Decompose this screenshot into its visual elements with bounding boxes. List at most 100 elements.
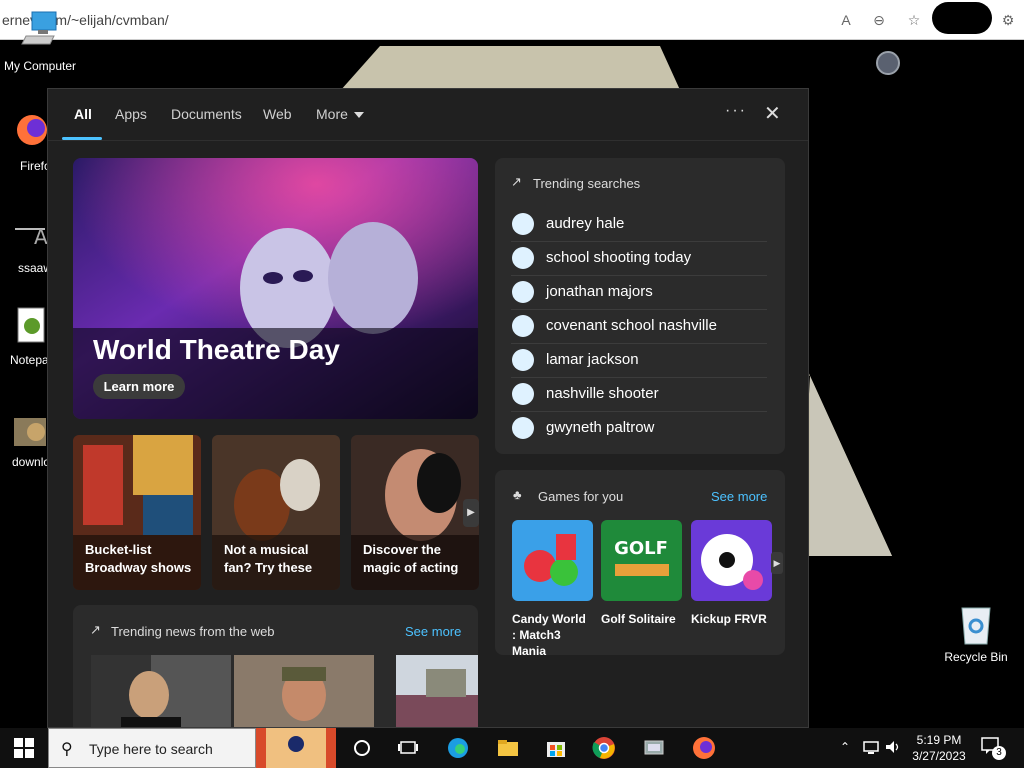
store-icon[interactable] bbox=[544, 736, 568, 760]
firefox-icon[interactable] bbox=[692, 736, 716, 760]
game-tile[interactable]: Candy World : Match3 Mania bbox=[512, 520, 593, 655]
card-caption: Bucket-list Broadway shows bbox=[85, 542, 192, 575]
network-icon[interactable] bbox=[862, 738, 880, 756]
search-icon bbox=[512, 383, 534, 405]
trending-news-header: Trending news from the web bbox=[111, 624, 275, 639]
browser-address-bar: ernev...om/~elijah/cvmban/ A ⊖ ☆ ⚙ bbox=[0, 0, 1024, 40]
trending-search-text: jonathan majors bbox=[546, 283, 653, 300]
notepad-icon bbox=[17, 307, 45, 343]
desktop-icon-label: downlo bbox=[12, 455, 51, 469]
edge-icon[interactable] bbox=[446, 736, 470, 760]
image-file-icon bbox=[14, 418, 46, 446]
tab-web[interactable]: Web bbox=[263, 106, 292, 122]
news-thumbnail[interactable] bbox=[91, 655, 231, 728]
notification-count-badge: 3 bbox=[992, 746, 1006, 760]
desktop-icon-label: Notepa bbox=[10, 353, 49, 367]
card-caption: Discover the magic of acting bbox=[363, 542, 459, 575]
games-header: Games for you bbox=[538, 489, 624, 504]
news-see-more-link[interactable]: See more bbox=[405, 624, 461, 639]
card-caption: Not a musical fan? Try these bbox=[224, 542, 313, 575]
taskbar-search-box[interactable]: ⚲ Type here to search bbox=[48, 728, 256, 768]
card-magic-of-acting[interactable]: Discover the magic of acting bbox=[351, 435, 479, 590]
trending-search-text: audrey hale bbox=[546, 215, 625, 232]
learn-more-button[interactable]: Learn more bbox=[93, 374, 185, 399]
trending-search-text: covenant school nashville bbox=[546, 317, 717, 334]
trending-news-section: ↗ Trending news from the web See more bbox=[73, 605, 478, 728]
desktop-icon-notepad[interactable]: Notepa bbox=[10, 306, 50, 367]
desktop-icon-label: Firefo bbox=[20, 159, 51, 173]
search-placeholder: Type here to search bbox=[89, 741, 213, 757]
game-art: GOLF bbox=[601, 520, 682, 601]
task-view-icon[interactable] bbox=[396, 736, 420, 760]
trending-search-item[interactable]: nashville shooter bbox=[511, 378, 767, 412]
search-icon bbox=[512, 247, 534, 269]
computer-icon bbox=[21, 11, 57, 45]
volume-icon[interactable] bbox=[884, 738, 902, 756]
trending-search-item[interactable]: jonathan majors bbox=[511, 276, 767, 310]
trending-search-text: gwyneth paltrow bbox=[546, 419, 655, 436]
zoom-out-icon[interactable]: ⊖ bbox=[869, 10, 889, 30]
desktop-icon-recycle-bin[interactable]: Recycle Bin bbox=[940, 602, 1012, 664]
trending-searches-header: Trending searches bbox=[533, 176, 641, 191]
game-name: Kickup FRVR bbox=[691, 612, 767, 626]
game-controller-icon: ♣ bbox=[513, 487, 522, 502]
trending-icon: ↗ bbox=[90, 622, 101, 637]
card-not-a-musical[interactable]: Not a musical fan? Try these bbox=[212, 435, 340, 590]
chrome-icon[interactable] bbox=[592, 736, 616, 760]
desktop-icon-my-computer[interactable]: My Computer bbox=[0, 10, 80, 73]
system-clock[interactable]: 5:19 PM 3/27/2023 bbox=[908, 732, 970, 764]
cortana-icon[interactable] bbox=[350, 736, 374, 760]
chevron-right-icon[interactable]: ▶ bbox=[463, 499, 479, 527]
search-highlight-image[interactable] bbox=[256, 728, 336, 768]
windows-start-icon[interactable] bbox=[14, 738, 34, 758]
svg-text:A: A bbox=[34, 225, 48, 246]
search-icon bbox=[512, 417, 534, 439]
notification-center-button[interactable]: 3 bbox=[980, 736, 1008, 760]
search-icon: ⚲ bbox=[61, 741, 73, 758]
trending-search-item[interactable]: audrey hale bbox=[511, 208, 767, 242]
hero-card[interactable]: World Theatre Day Learn more bbox=[73, 158, 478, 419]
search-icon bbox=[512, 315, 534, 337]
active-tab-indicator bbox=[62, 137, 102, 140]
close-icon[interactable]: ✕ bbox=[764, 101, 781, 126]
chevron-down-icon bbox=[354, 112, 364, 118]
trending-search-item[interactable]: covenant school nashville bbox=[511, 310, 767, 344]
desktop-icon-label: ssaaw bbox=[18, 261, 53, 275]
game-tile[interactable]: Kickup FRVR bbox=[691, 520, 772, 627]
read-aloud-icon[interactable]: A bbox=[836, 10, 856, 30]
trending-search-item[interactable]: gwyneth paltrow bbox=[511, 412, 767, 446]
tab-more[interactable]: More bbox=[316, 106, 348, 122]
desktop-icon-download[interactable]: downlo bbox=[10, 416, 50, 469]
recycle-bin-icon bbox=[961, 607, 991, 645]
desktop-icon-ssaaw[interactable]: A ssaaw bbox=[10, 222, 53, 275]
desktop-icon-label: My Computer bbox=[3, 59, 77, 73]
game-tile[interactable]: GOLF Golf Solitaire bbox=[601, 520, 682, 627]
games-see-more-link[interactable]: See more bbox=[711, 489, 767, 504]
file-explorer-icon[interactable] bbox=[496, 736, 520, 760]
tab-documents[interactable]: Documents bbox=[171, 106, 242, 122]
game-art bbox=[512, 520, 593, 601]
trending-search-text: school shooting today bbox=[546, 249, 692, 266]
news-thumbnail[interactable] bbox=[376, 655, 478, 728]
svg-text:GOLF: GOLF bbox=[614, 538, 668, 559]
trending-searches-section: ↗ Trending searches audrey hale school s… bbox=[495, 158, 785, 454]
chevron-right-icon[interactable]: ▶ bbox=[771, 552, 783, 574]
favorite-icon[interactable]: ☆ bbox=[904, 10, 924, 30]
more-options-icon[interactable]: ··· bbox=[725, 102, 747, 120]
network-app-icon[interactable] bbox=[642, 736, 666, 760]
trending-search-item[interactable]: lamar jackson bbox=[511, 344, 767, 378]
redacted-profile bbox=[932, 2, 992, 34]
hero-title: World Theatre Day bbox=[93, 334, 340, 365]
trending-search-text: lamar jackson bbox=[546, 351, 639, 368]
extensions-icon[interactable]: ⚙ bbox=[998, 10, 1018, 30]
desktop-icon-firefox[interactable]: Firefo bbox=[10, 112, 51, 173]
tab-apps[interactable]: Apps bbox=[115, 106, 147, 122]
clock-date: 3/27/2023 bbox=[912, 749, 966, 763]
chevron-up-icon[interactable]: ⌃ bbox=[840, 740, 850, 754]
search-icon bbox=[512, 349, 534, 371]
desktop-widget-icon[interactable] bbox=[876, 51, 900, 75]
trending-search-item[interactable]: school shooting today bbox=[511, 242, 767, 276]
card-broadway[interactable]: Bucket-list Broadway shows bbox=[73, 435, 201, 590]
tab-all[interactable]: All bbox=[74, 106, 92, 122]
news-thumbnail[interactable] bbox=[234, 655, 374, 728]
